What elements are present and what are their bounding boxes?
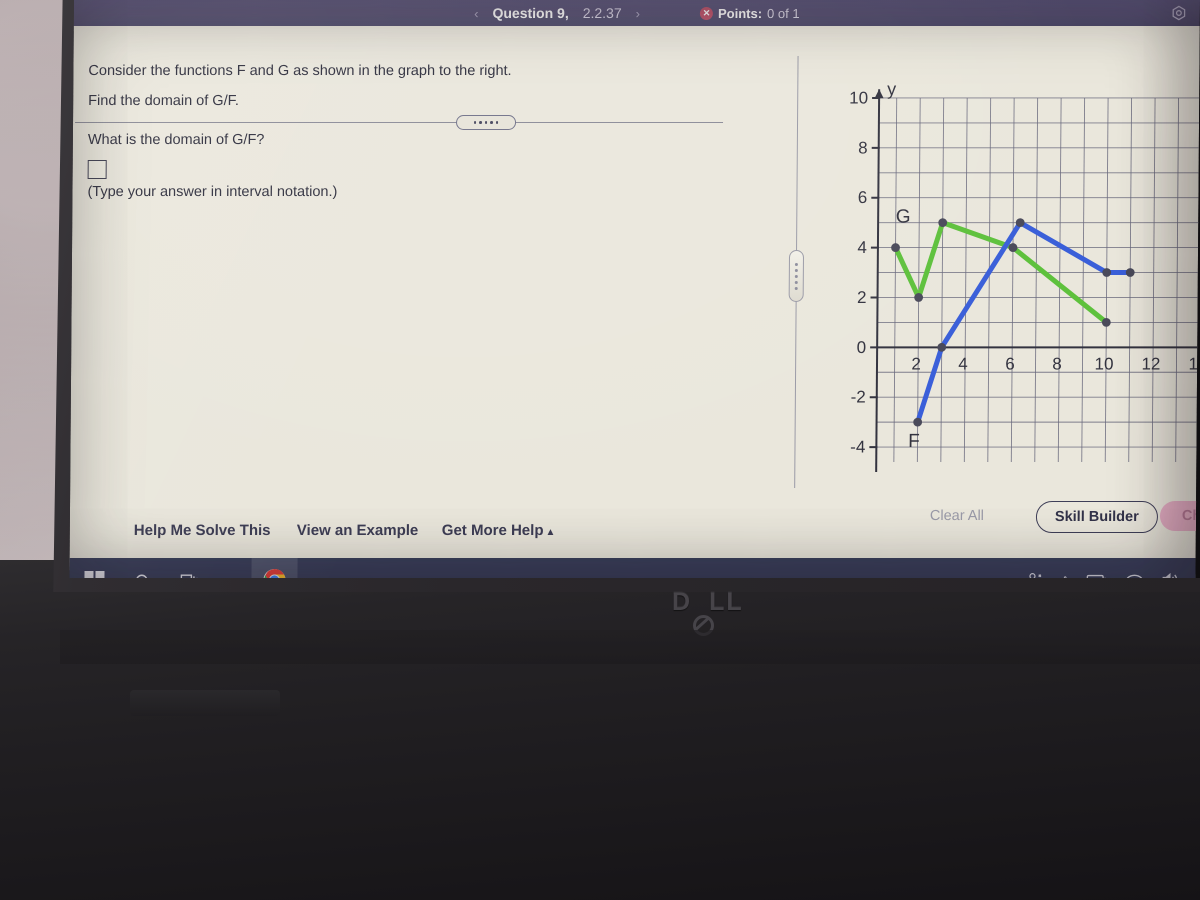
start-button[interactable] — [83, 570, 105, 578]
question-id: 2.2.37 — [582, 5, 622, 21]
wifi-icon[interactable] — [1125, 573, 1143, 578]
splitter-drag-handle[interactable] — [788, 250, 805, 302]
svg-text:10: 10 — [1094, 354, 1113, 373]
dot — [473, 121, 477, 124]
help-me-solve-this-link[interactable]: Help Me Solve This — [134, 522, 271, 539]
svg-text:-4: -4 — [850, 438, 865, 457]
system-tray: ^ — [1027, 558, 1180, 578]
question-number: Question 9, — [492, 5, 569, 21]
dell-brand-logo: D LL — [672, 588, 792, 636]
laptop-screen: ‹ Question 9, 2.2.37 › ✕ Points: 0 of 1 — [69, 0, 1200, 578]
view-an-example-link[interactable]: View an Example — [297, 522, 419, 539]
points-group: ✕ Points: 0 of 1 — [699, 5, 800, 21]
expand-collapse-dots-button[interactable] — [455, 115, 517, 130]
svg-text:6: 6 — [1005, 354, 1015, 373]
help-links: Help Me Solve This View an Example Get M… — [70, 496, 720, 556]
problem-pane: Consider the functions F and G as shown … — [70, 26, 724, 466]
volume-icon[interactable] — [1161, 572, 1179, 578]
svg-text:4: 4 — [857, 238, 867, 257]
question-prompt: What is the domain of G/F? — [87, 132, 265, 148]
battery-icon[interactable] — [1086, 573, 1107, 578]
grip-dot — [794, 280, 798, 284]
series-label-F: F — [908, 431, 920, 452]
svg-text:2: 2 — [857, 288, 867, 307]
get-more-help-link[interactable]: Get More Help ▲ — [442, 522, 556, 539]
grip-dot — [794, 262, 798, 266]
photo-of-laptop-screen: ‹ Question 9, 2.2.37 › ✕ Points: 0 of 1 — [0, 0, 1200, 900]
answer-format-hint: (Type your answer in interval notation.) — [87, 184, 338, 200]
section-divider — [75, 122, 724, 123]
chrome-taskbar-button[interactable] — [251, 558, 298, 578]
windows-logo-icon — [84, 571, 105, 578]
previous-question-icon[interactable]: ‹ — [474, 6, 478, 21]
incorrect-icon: ✕ — [699, 6, 714, 20]
app-header: ‹ Question 9, 2.2.37 › ✕ Points: 0 of 1 — [73, 0, 1200, 26]
dot — [495, 121, 499, 124]
svg-text:10: 10 — [849, 88, 868, 107]
svg-text:-2: -2 — [851, 388, 866, 407]
search-icon[interactable] — [131, 570, 153, 578]
get-more-help-label: Get More Help — [441, 522, 544, 539]
laptop-keyboard: esc🔇F1🔉F2🔊F3▷||F4F5☼F6☀F7🖵F8F9prt scF10h… — [0, 700, 1200, 900]
svg-text:6: 6 — [858, 188, 868, 207]
axis-titles: yx — [887, 79, 896, 99]
svg-text:8: 8 — [858, 138, 868, 157]
clear-all-button[interactable]: Clear All — [930, 508, 984, 524]
svg-text:8: 8 — [1052, 354, 1062, 373]
people-icon[interactable] — [1027, 572, 1044, 578]
points-value: 0 of 1 — [767, 5, 800, 21]
grip-dot — [794, 286, 798, 290]
svg-text:4: 4 — [958, 354, 968, 373]
svg-text:12: 12 — [1141, 354, 1160, 373]
answer-input[interactable] — [87, 160, 107, 179]
dot — [490, 121, 493, 124]
svg-text:0: 0 — [857, 338, 867, 357]
function-graph: -4-202468102468101214yxGF — [815, 64, 1200, 489]
problem-statement-line2: Find the domain of G/F. — [88, 93, 239, 109]
svg-text:2: 2 — [911, 354, 921, 373]
grip-dot — [794, 268, 798, 272]
check-answer-button[interactable]: Chec — [1159, 501, 1200, 531]
skill-builder-button[interactable]: Skill Builder — [1035, 501, 1158, 533]
points-label: Points: — [717, 5, 763, 21]
task-view-icon[interactable] — [179, 570, 201, 578]
windows-taskbar: ^ — [69, 558, 1196, 578]
chrome-icon — [263, 569, 286, 578]
dell-logo-d: D — [672, 588, 693, 616]
tray-chevron-up-icon[interactable]: ^ — [1062, 573, 1069, 578]
graph-svg: -4-202468102468101214yxGF — [849, 79, 1200, 472]
grip-dot — [794, 274, 798, 278]
laptop-hinge — [60, 630, 1200, 664]
next-question-icon[interactable]: › — [636, 6, 640, 21]
dell-logo-ll: LL — [709, 588, 744, 616]
problem-statement-line1: Consider the functions F and G as shown … — [88, 63, 512, 79]
workspace: Consider the functions F and G as shown … — [69, 26, 1200, 578]
dot — [479, 121, 482, 124]
caret-up-icon: ▲ — [545, 527, 556, 538]
dot — [484, 121, 488, 124]
svg-text:y: y — [887, 79, 896, 99]
series-label-G: G — [896, 207, 911, 228]
gear-icon[interactable] — [1170, 4, 1188, 22]
